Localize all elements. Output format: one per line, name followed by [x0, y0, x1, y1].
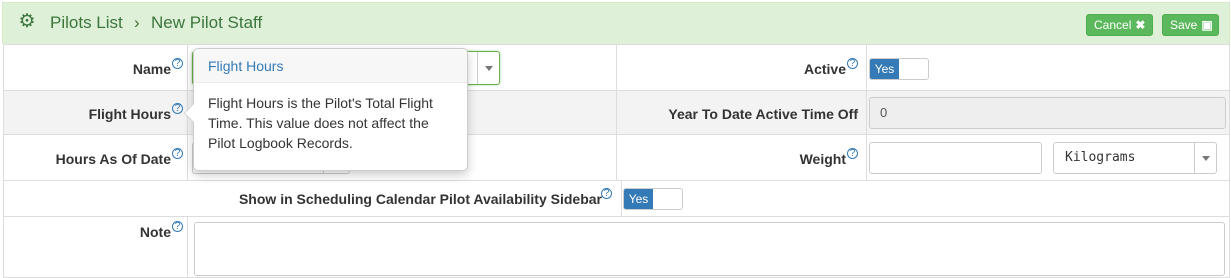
page-title: New Pilot Staff: [151, 13, 263, 32]
weight-label: Weight: [799, 151, 846, 167]
flight-hours-popover: Flight Hours Flight Hours is the Pilot's…: [184, 48, 468, 171]
show-in-calendar-label: Show in Scheduling Calendar Pilot Availa…: [238, 191, 602, 207]
form-row-calendar: Show in Scheduling Calendar Pilot Availa…: [4, 181, 1229, 217]
column-divider: [187, 135, 188, 180]
form-row-name-active: Name ? Active ? Yes: [4, 45, 1229, 91]
chevron-down-icon: [485, 66, 493, 71]
dropdown-toggle[interactable]: [1194, 143, 1216, 173]
save-button[interactable]: Save ▣: [1162, 14, 1219, 36]
toggle-on-label: Yes: [870, 59, 899, 79]
dropdown-toggle[interactable]: [477, 52, 499, 84]
weight-unit-select[interactable]: Kilograms: [1053, 142, 1217, 174]
popover-body: Flight Hours is the Pilot's Total Flight…: [208, 95, 433, 151]
show-in-calendar-toggle[interactable]: Yes: [623, 188, 683, 210]
cancel-button-label: Cancel: [1094, 18, 1132, 32]
active-toggle[interactable]: Yes: [869, 58, 929, 80]
form-row-date-weight: Hours As Of Date ? Weight ? Kilograms: [4, 135, 1229, 181]
chevron-down-icon: [1202, 156, 1210, 161]
weight-input[interactable]: [869, 142, 1042, 174]
pilot-form: Name ? Active ? Yes Flight Hours ? Year …: [3, 44, 1230, 278]
column-divider: [616, 91, 617, 134]
floppy-disk-icon: ▣: [1201, 18, 1213, 32]
save-button-label: Save: [1170, 18, 1198, 32]
ytd-time-off-field: 0: [869, 97, 1226, 129]
ytd-time-off-label: Year To Date Active Time Off: [668, 106, 858, 122]
column-divider: [187, 217, 188, 278]
name-label: Name: [132, 61, 171, 77]
help-icon[interactable]: ?: [172, 58, 183, 69]
help-icon[interactable]: ?: [601, 188, 612, 199]
weight-unit-value: Kilograms: [1065, 150, 1136, 165]
cancel-button[interactable]: Cancel ✖: [1086, 14, 1153, 36]
help-icon[interactable]: ?: [847, 148, 858, 159]
gear-icon[interactable]: ⚙: [17, 12, 37, 32]
popover-title: Flight Hours: [194, 49, 467, 83]
breadcrumb-pilots-list[interactable]: Pilots List: [50, 13, 123, 33]
active-label: Active: [803, 61, 846, 77]
toggle-on-label: Yes: [624, 189, 653, 209]
help-icon[interactable]: ?: [172, 148, 183, 159]
popover-arrow-inner: [185, 104, 194, 122]
close-icon: ✖: [1135, 18, 1146, 32]
column-divider: [866, 91, 867, 134]
page-header: ⚙ Pilots List › New Pilot Staff Cancel ✖ …: [2, 2, 1230, 44]
breadcrumb-separator: ›: [134, 13, 140, 32]
note-textarea[interactable]: [194, 222, 1225, 276]
help-icon[interactable]: ?: [847, 58, 858, 69]
note-label: Note: [139, 224, 171, 240]
flight-hours-label: Flight Hours: [88, 106, 171, 122]
column-divider: [621, 181, 622, 216]
hours-as-of-date-label: Hours As Of Date: [55, 151, 171, 167]
column-divider: [616, 135, 617, 180]
form-row-note: Note ?: [4, 217, 1229, 278]
column-divider: [187, 45, 188, 90]
help-icon[interactable]: ?: [172, 221, 183, 232]
column-divider: [866, 135, 867, 180]
help-icon[interactable]: ?: [172, 103, 183, 114]
column-divider: [866, 45, 867, 90]
column-divider: [616, 45, 617, 90]
